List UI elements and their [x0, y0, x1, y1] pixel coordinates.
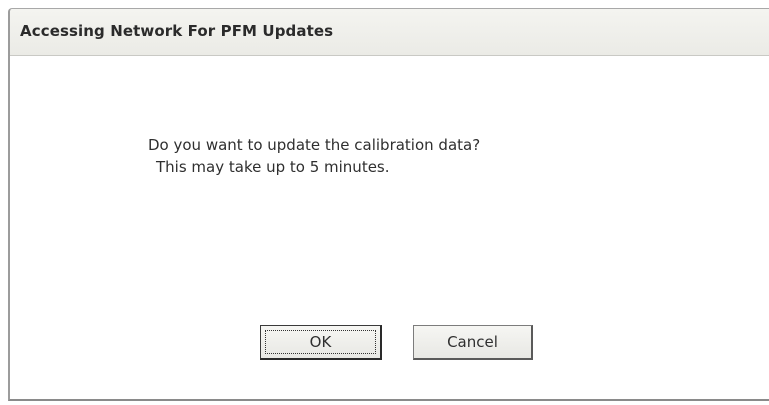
screen: Accessing Network For PFM Updates Do you…: [0, 0, 769, 405]
ok-button[interactable]: OK: [260, 325, 382, 360]
update-dialog: Accessing Network For PFM Updates Do you…: [8, 8, 769, 401]
cancel-button-label: Cancel: [447, 333, 498, 351]
dialog-titlebar[interactable]: Accessing Network For PFM Updates: [10, 9, 769, 56]
cancel-button[interactable]: Cancel: [413, 325, 533, 360]
message-line-1: Do you want to update the calibration da…: [148, 136, 481, 154]
dialog-message: Do you want to update the calibration da…: [148, 134, 480, 178]
focus-indicator: [265, 330, 376, 354]
dialog-title: Accessing Network For PFM Updates: [20, 22, 334, 40]
message-line-2: This may take up to 5 minutes.: [156, 158, 390, 176]
